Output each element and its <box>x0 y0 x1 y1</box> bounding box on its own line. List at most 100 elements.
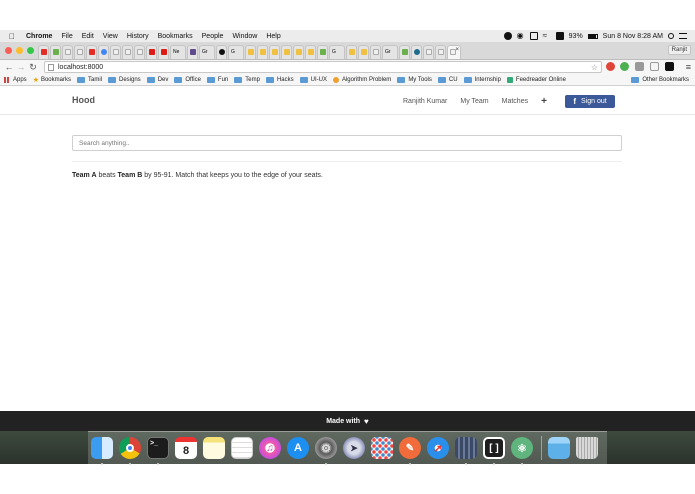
tab[interactable] <box>358 45 369 59</box>
tab[interactable] <box>411 45 422 59</box>
extension-pocket-icon[interactable] <box>635 62 644 71</box>
minimize-window-button[interactable] <box>16 47 23 54</box>
downloads-folder-icon[interactable] <box>548 437 570 459</box>
battery-icon[interactable] <box>587 33 598 39</box>
sign-out-button[interactable]: f Sign out <box>565 95 615 108</box>
tab[interactable] <box>74 45 85 59</box>
tab[interactable] <box>257 45 268 59</box>
tab[interactable] <box>50 45 61 59</box>
bell-icon[interactable]: ◉ <box>517 32 525 40</box>
rocket-icon[interactable]: ➤ <box>343 437 365 459</box>
menu-app-name[interactable]: Chrome <box>26 33 52 40</box>
tab[interactable]: G <box>228 45 244 59</box>
chrome-menu-icon[interactable]: ≡ <box>686 62 691 72</box>
menu-edit[interactable]: Edit <box>82 33 94 40</box>
bookmark-folder[interactable]: CU <box>437 76 458 83</box>
wifi-icon[interactable]: ≈ <box>543 32 551 40</box>
back-icon[interactable]: ← <box>3 62 15 72</box>
tab[interactable] <box>423 45 434 59</box>
status-app-icon[interactable] <box>503 32 512 40</box>
terminal-icon[interactable]: >_ <box>147 437 169 465</box>
bookmark-folder[interactable]: Internship <box>463 76 501 83</box>
itunes-icon[interactable]: ♫ <box>259 437 281 459</box>
apple-icon[interactable]:  <box>9 32 21 41</box>
menu-window[interactable]: Window <box>232 33 257 40</box>
tab[interactable] <box>435 45 446 59</box>
bookmark-bookmarks[interactable]: ★ Bookmarks <box>33 76 71 84</box>
tab[interactable] <box>134 45 145 59</box>
postman-icon[interactable]: ✎ <box>399 437 421 465</box>
brackets-icon[interactable]: [ ] <box>483 437 505 465</box>
app-store-icon[interactable]: A <box>287 437 309 459</box>
sublime-text-icon[interactable] <box>455 437 477 465</box>
bookmark-folder[interactable]: Tamil <box>76 76 102 83</box>
tab[interactable] <box>293 45 304 59</box>
notification-center-icon[interactable] <box>679 33 687 39</box>
tab[interactable] <box>346 45 357 59</box>
tab[interactable] <box>370 45 381 59</box>
address-bar[interactable]: localhost:8000 ☆ <box>44 61 602 73</box>
bookmark-apps[interactable]: Apps <box>4 76 27 83</box>
tab[interactable] <box>317 45 328 59</box>
tab[interactable] <box>216 45 227 59</box>
chrome-icon[interactable] <box>119 437 141 465</box>
menu-help[interactable]: Help <box>266 33 280 40</box>
bookmark-folder[interactable]: Hacks <box>265 76 294 83</box>
search-input[interactable] <box>72 135 622 151</box>
tab[interactable] <box>86 45 97 59</box>
tab[interactable] <box>281 45 292 59</box>
safari-icon[interactable]: ➚ <box>427 437 449 459</box>
tab[interactable] <box>305 45 316 59</box>
nav-matches-link[interactable]: Matches <box>502 98 528 105</box>
url-text[interactable]: localhost:8000 <box>58 64 103 71</box>
atom-icon[interactable]: ⚛ <box>511 437 533 465</box>
menubar-datetime[interactable]: Sun 8 Nov 8:28 AM <box>603 33 663 40</box>
launchpad-icon[interactable] <box>371 437 393 459</box>
extension-opera-icon[interactable] <box>606 62 615 71</box>
extension-arrow-icon[interactable] <box>650 62 659 71</box>
tab[interactable] <box>38 45 49 59</box>
menu-people[interactable]: People <box>202 33 224 40</box>
tab[interactable] <box>146 45 157 59</box>
calendar-icon[interactable]: 8 <box>175 437 197 459</box>
bookmark-link[interactable]: Feedreader Online <box>506 76 566 83</box>
tab[interactable] <box>245 45 256 59</box>
tab[interactable] <box>110 45 121 59</box>
tab[interactable]: Ne <box>170 45 186 59</box>
tab[interactable]: G <box>329 45 345 59</box>
bookmark-folder[interactable]: My Tools <box>397 76 432 83</box>
menu-bookmarks[interactable]: Bookmarks <box>158 33 193 40</box>
profile-button[interactable]: Ranjit <box>667 45 691 55</box>
notes-icon[interactable] <box>203 437 225 459</box>
tab[interactable] <box>399 45 410 59</box>
menu-file[interactable]: File <box>61 33 72 40</box>
bookmark-folder[interactable]: Office <box>174 76 201 83</box>
site-brand[interactable]: Hood <box>72 95 95 105</box>
bookmark-folder[interactable]: Fun <box>206 76 228 83</box>
other-bookmarks[interactable]: Other Bookmarks <box>631 74 689 86</box>
nav-my-team-link[interactable]: My Team <box>460 98 488 105</box>
zoom-window-button[interactable] <box>27 47 34 54</box>
finder-icon[interactable] <box>91 437 113 465</box>
reload-icon[interactable]: ↻ <box>27 62 39 73</box>
tab-active[interactable]: × <box>447 45 461 59</box>
tab[interactable]: Gr <box>382 45 398 59</box>
cast-icon[interactable] <box>529 32 538 40</box>
menu-view[interactable]: View <box>103 33 118 40</box>
tab[interactable] <box>62 45 73 59</box>
tab[interactable] <box>98 45 109 59</box>
menu-history[interactable]: History <box>127 33 149 40</box>
close-tab-icon[interactable]: × <box>455 47 459 53</box>
tab[interactable]: Gr <box>199 45 215 59</box>
bookmark-star-icon[interactable]: ☆ <box>591 63 598 72</box>
tab[interactable] <box>122 45 133 59</box>
bookmark-folder[interactable]: Temp <box>234 76 260 83</box>
battery-percent[interactable]: 93% <box>569 33 583 40</box>
bookmark-folder[interactable]: Dev <box>146 76 168 83</box>
forward-icon[interactable]: → <box>15 62 27 72</box>
tab[interactable] <box>269 45 280 59</box>
tab[interactable] <box>158 45 169 59</box>
system-preferences-icon[interactable]: ⚙ <box>315 437 337 465</box>
bookmark-folder[interactable]: UI-UX <box>299 76 327 83</box>
bookmark-link[interactable]: Algorithm Problem <box>332 76 391 83</box>
